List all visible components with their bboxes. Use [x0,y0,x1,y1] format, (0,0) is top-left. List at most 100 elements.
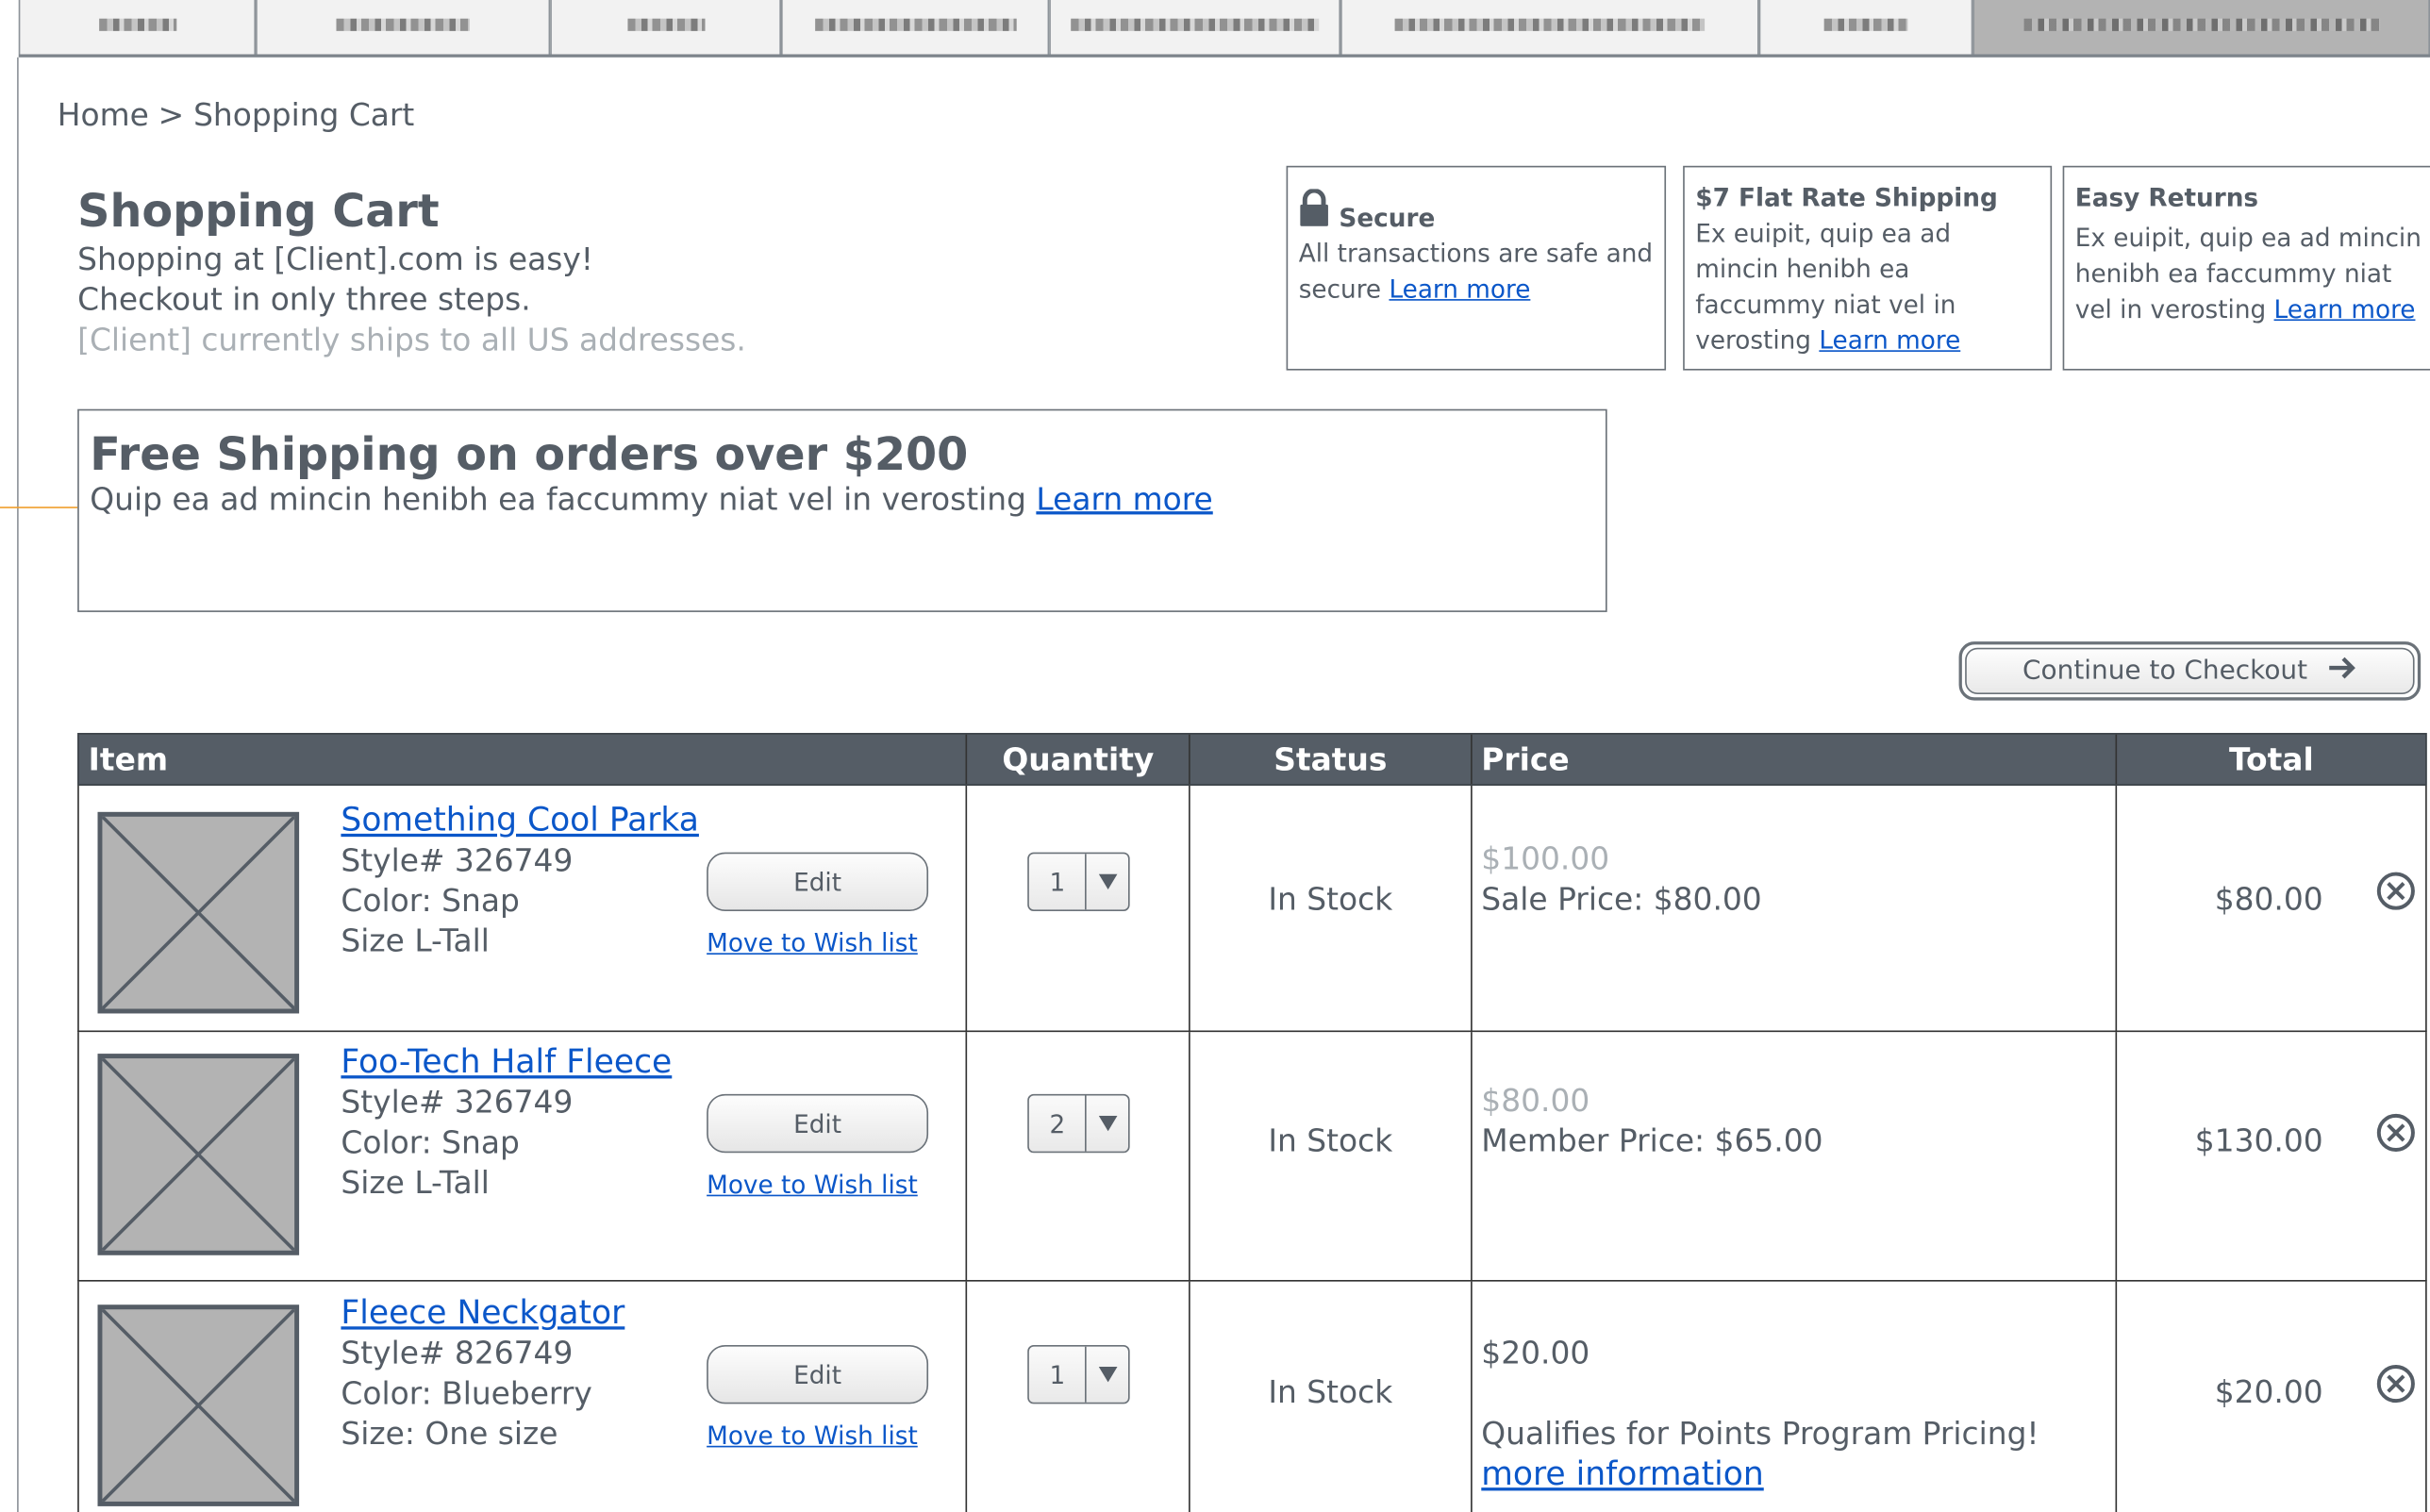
remove-item-icon[interactable] [2376,1113,2417,1154]
move-to-wish-list-link[interactable]: Move to Wish list [707,928,918,957]
page-title: Shopping Cart [77,184,440,238]
product-style: Style# 826749 [341,1334,574,1371]
total-cell: $20.00 [2118,1282,2425,1512]
breadcrumb-current: Shopping Cart [193,95,415,134]
header-status: Status [1190,734,1473,785]
edit-button[interactable]: Edit [707,1344,929,1404]
status-cell: In Stock [1190,1032,1473,1280]
product-style: Style# 326749 [341,1083,574,1121]
header-total: Total [2228,740,2314,778]
total-cell: $130.00 [2118,1032,2425,1280]
arrow-right-icon [2326,655,2357,688]
quantity-value: 1 [1029,1346,1088,1403]
caret-down-icon [1087,854,1128,909]
cart-table: Item Quantity Status Price Total Somethi… [77,733,2427,1512]
price-block: $20.00 Qualifies for Points Program Pric… [1481,1333,2039,1494]
nav-tab-1[interactable] [18,0,257,55]
nav-tab-3[interactable] [550,0,781,55]
edit-button[interactable]: Edit [707,1093,929,1154]
breadcrumb-home[interactable]: Home [58,96,149,133]
secure-box: Secure All transactions are safe and sec… [1286,165,1667,371]
intro-block: Shopping Cart Shopping at [Client].com i… [77,183,746,359]
move-to-wish-list-link[interactable]: Move to Wish list [707,1170,918,1199]
nav-tab-6[interactable] [1340,0,1759,55]
item-cell: Fleece Neckgator Style# 826749 Color: Bl… [79,1281,968,1512]
header-price: Price [1472,734,2118,785]
remove-item-icon[interactable] [2376,871,2417,911]
item-details: Foo-Tech Half Fleece Style# 326749 Color… [341,1041,672,1203]
item-details: Fleece Neckgator Style# 826749 Color: Bl… [341,1292,624,1454]
line-total: $20.00 [2214,1372,2323,1410]
quantity-value: 2 [1029,1095,1088,1152]
lock-icon [1299,188,1330,235]
product-color: Color: Snap [341,1123,520,1161]
product-size: Size: One size [341,1414,558,1453]
quantity-select[interactable]: 1 [1027,1344,1131,1404]
item-details: Something Cool Parka Style# 326749 Color… [341,800,698,961]
item-cell: Foo-Tech Half Fleece Style# 326749 Color… [79,1032,968,1280]
price-block: $100.00 Sale Price: $80.00 [1481,839,1761,919]
quantity-cell: 1 [968,1281,1190,1512]
cart-table-header: Item Quantity Status Price Total [77,733,2427,786]
secure-learn-more-link[interactable]: Learn more [1389,274,1530,304]
continue-to-checkout-button[interactable]: Continue to Checkout [1958,641,2422,701]
shipping-note: [Client] currently ships to all US addre… [77,321,746,358]
more-information-link[interactable]: more information [1481,1455,1763,1492]
product-name-link[interactable]: Something Cool Parka [341,801,698,838]
product-color: Color: Snap [341,881,520,920]
page: Home > Shopping Cart Shopping Cart Shoppin… [0,0,2430,1512]
promo-title: Free Shipping on orders over $200 [90,427,969,481]
annotation-connector [0,507,78,508]
shipping-learn-more-link[interactable]: Learn more [1819,325,1960,355]
quantity-select[interactable]: 1 [1027,852,1131,911]
original-price: $80.00 [1481,1081,1590,1120]
secure-title: Secure [1339,203,1436,233]
product-image-placeholder[interactable] [97,811,300,1014]
stock-status: In Stock [1268,1122,1393,1159]
caret-down-icon [1087,1095,1128,1151]
quantity-cell: 2 [968,1032,1190,1280]
table-row: Something Cool Parka Style# 326749 Color… [77,785,2427,1033]
price-cell: $20.00 Qualifies for Points Program Pric… [1472,1281,2118,1512]
product-size: Size L-Tall [341,922,490,959]
member-price: Member Price: $65.00 [1481,1122,1823,1159]
regular-price: $20.00 [1481,1334,1590,1371]
line-total: $80.00 [2214,880,2323,918]
status-cell: In Stock [1190,1281,1473,1512]
product-image-placeholder[interactable] [97,1304,300,1506]
intro-line-2: Checkout in only three steps. [77,280,531,318]
remove-item-icon[interactable] [2376,1364,2417,1404]
price-block: $80.00 Member Price: $65.00 [1481,1080,1822,1160]
nav-tab-2[interactable] [256,0,551,55]
checkout-button-face: Continue to Checkout [1965,647,2415,694]
table-row: Foo-Tech Half Fleece Style# 326749 Color… [77,1032,2427,1282]
caret-down-icon [1087,1347,1128,1403]
status-cell: In Stock [1190,785,1473,1031]
nav-tab-4[interactable] [780,0,1050,55]
original-price: $100.00 [1481,839,1610,877]
nav-tab-5[interactable] [1049,0,1341,55]
quantity-select[interactable]: 2 [1027,1093,1131,1154]
product-name-link[interactable]: Foo-Tech Half Fleece [341,1043,672,1080]
nav-tab-8-active[interactable] [1972,0,2430,55]
move-to-wish-list-link[interactable]: Move to Wish list [707,1421,918,1450]
checkout-button-label: Continue to Checkout [2022,655,2308,687]
header-quantity: Quantity [968,734,1190,785]
returns-learn-more-link[interactable]: Learn more [2274,294,2416,324]
product-name-link[interactable]: Fleece Neckgator [341,1294,624,1331]
points-program-note: Qualifies for Points Program Pricing! [1481,1414,2039,1453]
top-nav [18,0,2430,58]
quantity-cell: 1 [968,785,1190,1031]
edit-button[interactable]: Edit [707,852,929,911]
nav-tab-7[interactable] [1758,0,1973,55]
price-spacer [1481,1373,2039,1414]
total-cell: $80.00 [2118,786,2425,1031]
price-cell: $100.00 Sale Price: $80.00 [1472,785,2118,1031]
promo-learn-more-link[interactable]: Learn more [1036,480,1212,517]
product-size: Size L-Tall [341,1163,490,1202]
breadcrumb: Home > Shopping Cart [58,96,415,133]
intro-line-1: Shopping at [Client].com is easy! [77,240,593,278]
left-border [17,57,19,1512]
product-image-placeholder[interactable] [97,1054,300,1255]
flat-rate-shipping-box: $7 Flat Rate Shipping Ex euipit, quip ea… [1683,165,2053,371]
